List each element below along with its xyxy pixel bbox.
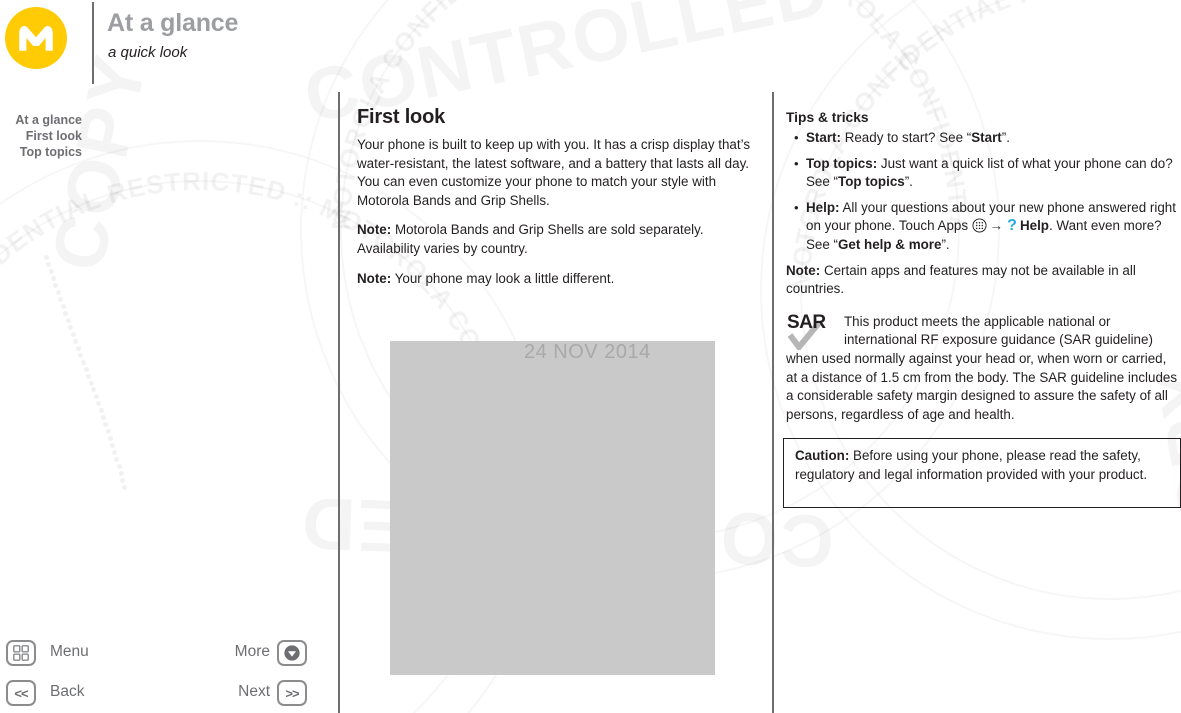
phone-illustration-placeholder bbox=[390, 341, 715, 675]
nav-row-top: Menu More bbox=[0, 640, 338, 672]
main-content-column: First look Your phone is built to keep u… bbox=[357, 106, 757, 299]
grid-menu-icon bbox=[13, 645, 29, 661]
sar-label: SAR bbox=[787, 311, 826, 333]
help-question-icon: ? bbox=[1007, 217, 1017, 235]
note-1-text: Motorola Bands and Grip Shells are sold … bbox=[357, 222, 704, 256]
page-title: At a glance bbox=[107, 9, 239, 37]
note-2-label: Note: bbox=[357, 270, 392, 286]
tip-label: Top topics: bbox=[806, 155, 878, 171]
next-label: Next bbox=[238, 683, 270, 700]
list-item: Help: All your questions about your new … bbox=[786, 199, 1178, 255]
sidebar-item-first-look[interactable]: First look bbox=[0, 128, 82, 144]
document-page: MOTOROLA CONFIDENTIAL RESTRICTED :: MOTO… bbox=[0, 0, 1181, 713]
tips-note-text: Certain apps and features may not be ava… bbox=[786, 262, 1136, 297]
header-divider bbox=[92, 2, 94, 84]
back-label: Back bbox=[50, 683, 85, 700]
page-header: At a glance a quick look bbox=[0, 0, 1181, 92]
arrow-separator: → bbox=[989, 218, 1004, 234]
section-nav: At a glance First look Top topics bbox=[0, 112, 82, 160]
nav-row-bottom: << Back Next >> bbox=[0, 680, 338, 712]
sar-text: This product meets the applicable nation… bbox=[786, 313, 1178, 422]
tip-text-end: ”. bbox=[1001, 130, 1010, 145]
tips-title: Tips & tricks bbox=[786, 110, 869, 125]
caution-label: Caution: bbox=[795, 448, 850, 463]
motorola-logo bbox=[5, 7, 67, 69]
tips-list: Start: Ready to start? See “Start”. Top … bbox=[786, 129, 1178, 255]
sar-badge: SAR bbox=[786, 311, 840, 350]
tip-link[interactable]: Start bbox=[971, 130, 1002, 145]
page-subtitle: a quick look bbox=[108, 44, 188, 61]
caution-paragraph: Caution: Before using your phone, please… bbox=[795, 447, 1168, 484]
tip-text-end: ”. bbox=[941, 236, 950, 252]
next-button[interactable]: >> bbox=[277, 680, 307, 706]
list-item: Top topics: Just want a quick list of wh… bbox=[786, 155, 1178, 192]
help-label[interactable]: Help bbox=[1020, 218, 1049, 233]
menu-label: Menu bbox=[50, 643, 89, 660]
logo-circle bbox=[5, 7, 67, 69]
note-1-label: Note: bbox=[357, 222, 392, 238]
batwing-icon bbox=[19, 25, 53, 51]
sidebar-item-at-a-glance[interactable]: At a glance bbox=[0, 112, 82, 128]
tip-link[interactable]: Get help & more bbox=[838, 237, 941, 252]
bottom-navigation: Menu More << Back Next >> bbox=[0, 638, 338, 713]
sidebar-item-top-topics[interactable]: Top topics bbox=[0, 144, 82, 160]
more-label: More bbox=[234, 643, 270, 660]
back-button[interactable]: << bbox=[6, 680, 36, 706]
sar-notice: SAR This product meets the applicable na… bbox=[786, 313, 1178, 425]
tips-note-label: Note: bbox=[786, 262, 821, 278]
section-title: First look bbox=[357, 106, 446, 128]
apps-grid-icon bbox=[972, 218, 987, 233]
tips-note: Note: Certain apps and features may not … bbox=[786, 262, 1178, 299]
column-divider-right bbox=[772, 92, 774, 713]
intro-paragraph: Your phone is built to keep up with you.… bbox=[357, 137, 751, 208]
menu-button[interactable] bbox=[6, 640, 36, 666]
more-button[interactable] bbox=[277, 640, 307, 666]
tips-column: Tips & tricks Start: Ready to start? See… bbox=[786, 110, 1178, 424]
chevron-down-circle-icon bbox=[284, 645, 300, 661]
list-item: Start: Ready to start? See “Start”. bbox=[786, 129, 1178, 148]
tip-label: Start: bbox=[806, 130, 841, 145]
caution-box: Caution: Before using your phone, please… bbox=[783, 438, 1181, 508]
tip-label: Help: bbox=[806, 199, 840, 215]
note-2: Note: Your phone may look a little diffe… bbox=[357, 270, 757, 289]
date-stamp: 24 NOV 2014 bbox=[524, 341, 651, 363]
double-left-arrow-icon: << bbox=[14, 685, 28, 701]
tip-text-end: ”. bbox=[904, 174, 913, 190]
column-divider-left bbox=[338, 92, 340, 713]
note-1: Note: Motorola Bands and Grip Shells are… bbox=[357, 221, 757, 258]
tip-text: Ready to start? See “ bbox=[840, 130, 972, 145]
double-right-arrow-icon: >> bbox=[285, 685, 299, 701]
note-2-text: Your phone may look a little different. bbox=[391, 270, 615, 286]
tip-link[interactable]: Top topics bbox=[838, 174, 905, 189]
